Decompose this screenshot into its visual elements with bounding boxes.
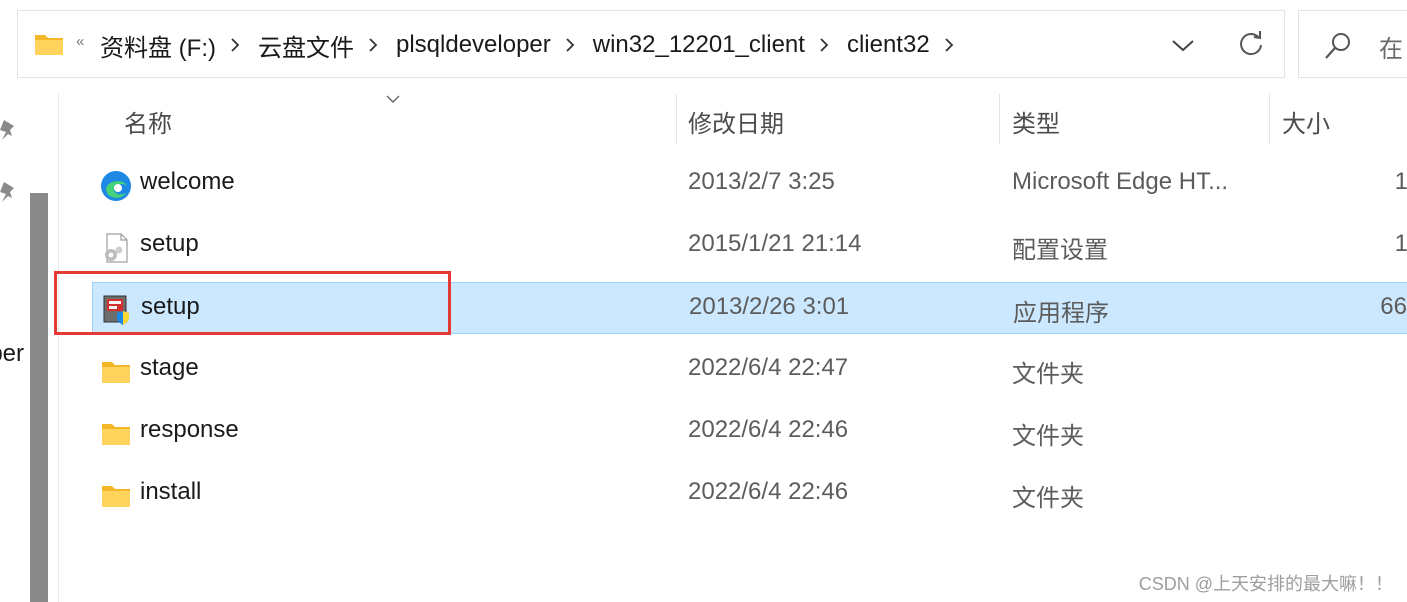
column-header-date[interactable]: 修改日期 — [688, 104, 784, 139]
search-box[interactable]: 在 — [1298, 10, 1407, 78]
chevron-right-icon[interactable] — [230, 29, 240, 61]
folder-icon — [102, 486, 130, 507]
column-header-name[interactable]: 名称 — [124, 104, 172, 139]
chevron-right-icon[interactable] — [368, 29, 378, 61]
pin-icon[interactable] — [0, 118, 18, 140]
folder-icon — [102, 424, 130, 445]
breadcrumb-item[interactable]: plsqldeveloper — [396, 31, 551, 59]
file-type: 文件夹 — [1012, 423, 1084, 450]
file-date: 2013/2/26 3:01 — [689, 293, 850, 320]
installer-exe-icon — [103, 295, 129, 325]
folder-icon — [102, 362, 130, 383]
chevron-down-icon[interactable] — [1170, 33, 1196, 57]
pin-icon[interactable] — [0, 180, 18, 202]
column-divider[interactable] — [1269, 94, 1270, 144]
file-date: 2022/6/4 22:46 — [688, 478, 849, 505]
file-date: 2022/6/4 22:46 — [688, 416, 849, 443]
file-row[interactable]: setup 2015/1/21 21:14 配置设置 1 — [92, 220, 1407, 272]
file-name: stage — [140, 354, 199, 381]
chevron-right-icon[interactable] — [944, 29, 954, 61]
file-type: 应用程序 — [1013, 300, 1109, 327]
column-header-size[interactable]: 大小 — [1282, 104, 1330, 139]
file-type: 文件夹 — [1012, 361, 1084, 388]
watermark: CSDN @上天安排的最大嘛！！ — [1138, 574, 1393, 594]
chevron-right-icon[interactable] — [819, 29, 829, 61]
sort-chevron-icon — [386, 95, 400, 103]
file-date: 2013/2/7 3:25 — [688, 168, 835, 195]
file-size: 66 — [1380, 293, 1407, 320]
file-date: 2022/6/4 22:47 — [688, 354, 849, 381]
navigation-pane[interactable]: per — [0, 94, 30, 602]
column-divider[interactable] — [999, 94, 1000, 144]
file-date: 2015/1/21 21:14 — [688, 230, 862, 257]
file-type: 配置设置 — [1012, 237, 1108, 264]
search-placeholder: 在 — [1379, 36, 1403, 63]
file-row[interactable]: install 2022/6/4 22:46 文件夹 — [92, 468, 1407, 520]
file-name: response — [140, 416, 239, 443]
pane-divider[interactable] — [58, 94, 59, 602]
folder-icon — [35, 35, 63, 55]
breadcrumb-item[interactable]: win32_12201_client — [593, 31, 805, 59]
file-size: 1 — [1394, 168, 1407, 195]
address-bar[interactable]: « 资料盘 (F:) 云盘文件 plsqldeveloper win32_122… — [17, 10, 1285, 78]
overflow-chevron[interactable]: « — [76, 33, 84, 50]
settings-file-icon — [105, 233, 128, 263]
search-icon — [1325, 33, 1350, 59]
file-row-selected[interactable]: setup 2013/2/26 3:01 应用程序 66 — [92, 282, 1407, 334]
file-row[interactable]: response 2022/6/4 22:46 文件夹 — [92, 406, 1407, 458]
file-name: install — [140, 478, 202, 505]
chevron-right-icon[interactable] — [565, 29, 575, 61]
file-row[interactable]: welcome 2013/2/7 3:25 Microsoft Edge HT.… — [92, 158, 1407, 210]
breadcrumb-item[interactable]: 云盘文件 — [258, 28, 354, 63]
breadcrumb-item[interactable]: client32 — [847, 31, 930, 59]
breadcrumb: 资料盘 (F:) 云盘文件 plsqldeveloper win32_12201… — [100, 28, 972, 63]
nav-item-label[interactable]: per — [0, 340, 24, 368]
edge-html-icon — [101, 171, 131, 201]
file-name: setup — [141, 293, 200, 320]
breadcrumb-item[interactable]: 资料盘 (F:) — [100, 28, 216, 63]
column-divider[interactable] — [676, 94, 677, 144]
file-type: 文件夹 — [1012, 485, 1084, 512]
nav-scrollbar[interactable] — [30, 193, 48, 602]
file-row[interactable]: stage 2022/6/4 22:47 文件夹 — [92, 344, 1407, 396]
file-size: 1 — [1394, 230, 1407, 257]
refresh-icon[interactable] — [1237, 29, 1265, 57]
file-type: Microsoft Edge HT... — [1012, 168, 1229, 195]
file-name: setup — [140, 230, 199, 257]
file-name: welcome — [140, 168, 235, 195]
column-header-type[interactable]: 类型 — [1012, 104, 1060, 139]
